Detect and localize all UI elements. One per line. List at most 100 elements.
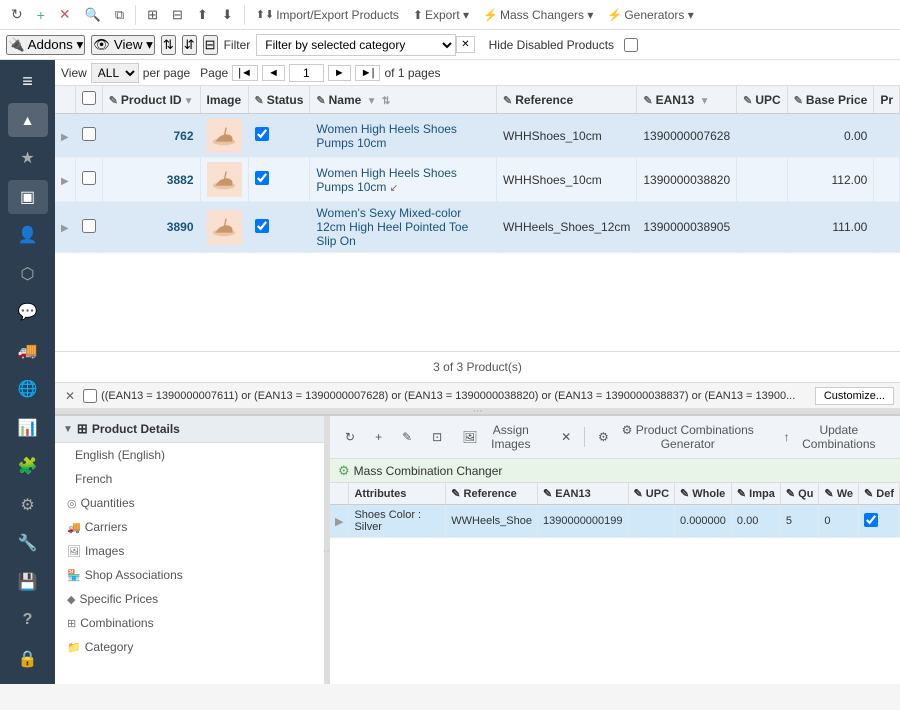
- page-number-input[interactable]: 1: [289, 64, 324, 82]
- export-button[interactable]: ⬆ Export ▾: [408, 5, 474, 25]
- expand-cell[interactable]: ▶: [55, 158, 75, 202]
- cth-def[interactable]: ✎ Def: [859, 483, 900, 505]
- filter-select[interactable]: Filter by selected category: [256, 34, 456, 56]
- cth-impa[interactable]: ✎ Impa: [731, 483, 780, 505]
- expand-cell[interactable]: ▶: [55, 202, 75, 253]
- check-cell[interactable]: [75, 158, 102, 202]
- upload-button[interactable]: ⬆: [192, 4, 213, 26]
- search-button[interactable]: 🔍: [80, 4, 106, 26]
- cth-reference[interactable]: ✎ Reference: [446, 483, 538, 505]
- filter-close-btn[interactable]: ✕: [61, 389, 79, 403]
- wrench-nav-icon[interactable]: 🔧: [8, 526, 48, 561]
- th-name[interactable]: ✎Name ▼ ⇅: [310, 86, 497, 114]
- rp-edit-btn[interactable]: ✎: [395, 427, 419, 447]
- status-checkbox[interactable]: [255, 171, 269, 185]
- refresh-button[interactable]: ↻: [6, 3, 28, 26]
- prev-page-btn[interactable]: ◄: [262, 65, 285, 81]
- box-nav-icon[interactable]: ▣: [8, 180, 48, 215]
- sort-asc-button[interactable]: ⇅: [161, 35, 176, 55]
- tree-specific-prices[interactable]: ◆ Specific Prices: [55, 587, 324, 611]
- chat-nav-icon[interactable]: 💬: [8, 295, 48, 330]
- product-id-cell[interactable]: 762: [102, 114, 200, 158]
- product-name-cell[interactable]: Women High Heels Shoes Pumps 10cm ↙: [310, 158, 497, 202]
- product-name-cell[interactable]: Women High Heels Shoes Pumps 10cm: [310, 114, 497, 158]
- hide-disabled-checkbox[interactable]: [624, 38, 638, 52]
- rp-close-btn[interactable]: ✕: [554, 427, 578, 447]
- lang-english[interactable]: English (English): [55, 443, 324, 467]
- delete-button[interactable]: ✕: [54, 3, 76, 26]
- status-cell[interactable]: [248, 202, 310, 253]
- duplicate-button[interactable]: ⧉: [110, 4, 129, 26]
- download-button[interactable]: ⬇: [217, 4, 238, 26]
- shield-nav-icon[interactable]: ⬡: [8, 257, 48, 292]
- row-checkbox[interactable]: [82, 219, 96, 233]
- status-checkbox[interactable]: [255, 219, 269, 233]
- truck-nav-icon[interactable]: 🚚: [8, 334, 48, 369]
- product-id-cell[interactable]: 3882: [102, 158, 200, 202]
- tree-quantities[interactable]: ◎ Quantities: [55, 491, 324, 515]
- combinations-generator-btn[interactable]: ⚙ ⚙ Product Combinations Generator: [591, 420, 771, 454]
- expand-arrow[interactable]: ▶: [61, 132, 69, 143]
- cth-qu[interactable]: ✎ Qu: [780, 483, 819, 505]
- sliders-nav-icon[interactable]: ⚙: [8, 488, 48, 523]
- lang-french[interactable]: French: [55, 467, 324, 491]
- sort-desc-button[interactable]: ⇵: [182, 35, 197, 55]
- product-id-cell[interactable]: 3890: [102, 202, 200, 253]
- globe-nav-icon[interactable]: 🌐: [8, 372, 48, 407]
- puzzle-nav-icon[interactable]: 🧩: [8, 449, 48, 484]
- addons-button[interactable]: 🔌 Addons ▾: [6, 35, 85, 55]
- update-combinations-btn[interactable]: ↑ Update Combinations: [777, 420, 892, 454]
- comb-def-cell[interactable]: [859, 505, 900, 538]
- next-page-btn[interactable]: ►: [328, 65, 351, 81]
- person-nav-icon[interactable]: 👤: [8, 218, 48, 253]
- th-ean13[interactable]: ✎EAN13 ▼: [637, 86, 737, 114]
- comb-def-checkbox[interactable]: [864, 513, 878, 527]
- hamburger-icon[interactable]: ≡: [8, 64, 48, 99]
- add-button[interactable]: +: [32, 4, 50, 26]
- cth-ean13[interactable]: ✎ EAN13: [537, 483, 628, 505]
- assign-images-btn[interactable]: 🖼 Assign Images: [455, 420, 548, 454]
- question-nav-icon[interactable]: ?: [8, 603, 48, 638]
- expand-arrow[interactable]: ▶: [61, 176, 69, 187]
- rp-add-btn[interactable]: +: [368, 427, 389, 447]
- tree-category[interactable]: 📁 Category: [55, 635, 324, 659]
- grid-button[interactable]: ⊞: [142, 4, 163, 26]
- last-page-btn[interactable]: ►|: [355, 65, 381, 81]
- lock-nav-icon[interactable]: 🔒: [8, 642, 48, 677]
- th-reference[interactable]: ✎Reference: [496, 86, 636, 114]
- sql-button[interactable]: ⊟: [167, 4, 188, 26]
- th-status[interactable]: ✎Status: [248, 86, 310, 114]
- expand-arrow[interactable]: ▶: [61, 223, 69, 234]
- cth-upc[interactable]: ✎ UPC: [628, 483, 675, 505]
- row-checkbox[interactable]: [82, 127, 96, 141]
- tree-images[interactable]: 🖼 Images: [55, 539, 324, 563]
- mass-changers-button[interactable]: ⚡ Mass Changers ▾: [478, 5, 598, 25]
- status-cell[interactable]: [248, 158, 310, 202]
- filter-toggle-button[interactable]: ⊟: [203, 35, 218, 55]
- th-product-id[interactable]: ✎Product ID▼: [102, 86, 200, 114]
- check-cell[interactable]: [75, 114, 102, 158]
- rp-refresh-btn[interactable]: ↻: [338, 427, 362, 447]
- select-all-checkbox[interactable]: [82, 91, 96, 105]
- generators-button[interactable]: ⚡ Generators ▾: [602, 5, 698, 25]
- product-name-cell[interactable]: Women's Sexy Mixed-color 12cm High Heel …: [310, 202, 497, 253]
- cth-attributes[interactable]: Attributes: [349, 483, 446, 505]
- filter-active-checkbox[interactable]: [83, 389, 97, 403]
- collapse-btn[interactable]: ▼: [63, 424, 73, 435]
- first-page-btn[interactable]: |◄: [232, 65, 258, 81]
- comb-expand-cell[interactable]: ▶: [330, 505, 349, 538]
- import-export-button[interactable]: ⬆⬇ Import/Export Products: [251, 5, 404, 25]
- filter-clear-btn[interactable]: ✕: [456, 36, 474, 53]
- th-upc[interactable]: ✎UPC: [737, 86, 788, 114]
- drive-nav-icon[interactable]: 💾: [8, 565, 48, 600]
- status-cell[interactable]: [248, 114, 310, 158]
- check-cell[interactable]: [75, 202, 102, 253]
- cth-whole[interactable]: ✎ Whole: [675, 483, 732, 505]
- th-base-price[interactable]: ✎Base Price: [787, 86, 874, 114]
- per-page-select[interactable]: ALL: [91, 63, 139, 83]
- row-checkbox[interactable]: [82, 171, 96, 185]
- logo-icon[interactable]: ▲: [8, 103, 48, 138]
- status-checkbox[interactable]: [255, 127, 269, 141]
- star-nav-icon[interactable]: ★: [8, 141, 48, 176]
- expand-cell[interactable]: ▶: [55, 114, 75, 158]
